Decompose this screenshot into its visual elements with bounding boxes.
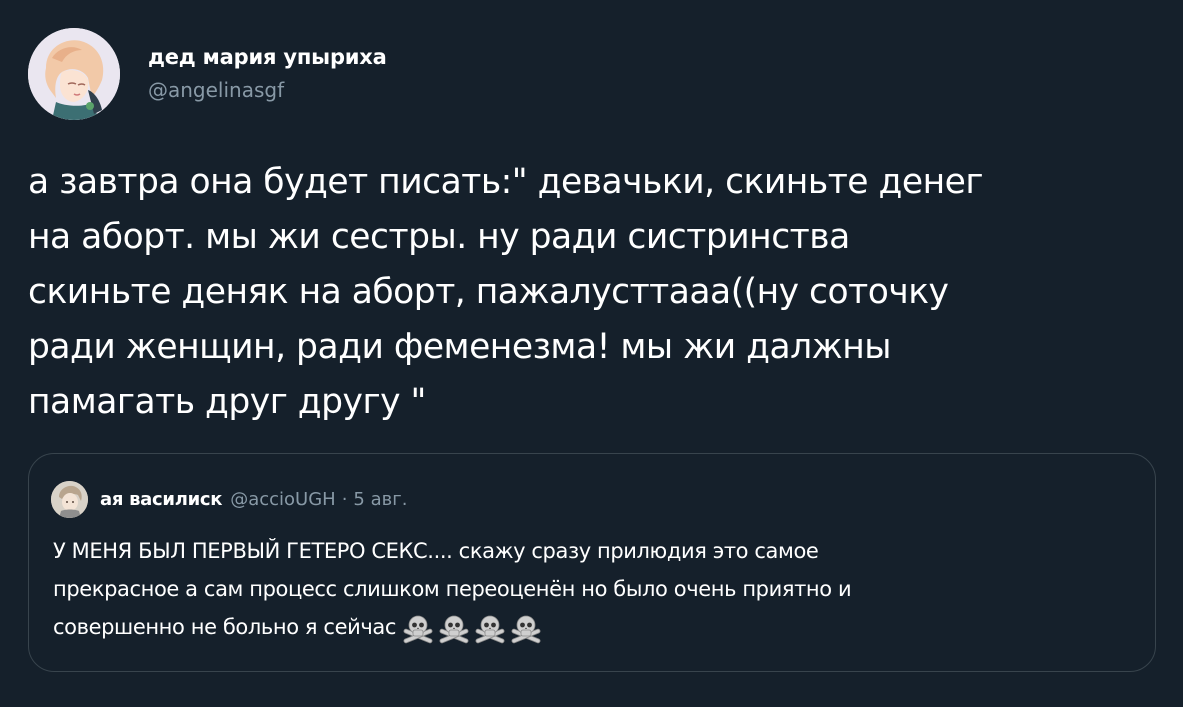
quoted-tweet-text: У МЕНЯ БЫЛ ПЕРВЫЙ ГЕТЕРО СЕКС.... скажу … (53, 532, 1133, 647)
quoted-tweet-header: ая василиск @accioUGH · 5 авг. (51, 480, 407, 518)
quoted-author-handle[interactable]: @accioUGH (230, 489, 336, 510)
tweet-header: дед мария упыриха @angelinasgf (28, 28, 387, 120)
skull-crossbones-icon (400, 614, 436, 644)
skull-crossbones-icon (508, 614, 544, 644)
quoted-author-display-name[interactable]: ая василиск (100, 489, 222, 510)
tweet: дед мария упыриха @angelinasgf а завтра … (0, 0, 1183, 707)
separator-dot: · (341, 488, 348, 510)
author-names: дед мария упыриха @angelinasgf (148, 43, 387, 105)
skull-crossbones-icon (436, 614, 472, 644)
skull-emoji-group (400, 609, 544, 647)
author-handle[interactable]: @angelinasgf (148, 75, 387, 105)
skull-crossbones-icon (472, 614, 508, 644)
tweet-body-text: а завтра она будет писать:" девачьки, ск… (28, 162, 983, 422)
avatar[interactable] (28, 28, 120, 120)
quoted-tweet-card[interactable]: ая василиск @accioUGH · 5 авг. У МЕНЯ БЫ… (28, 453, 1156, 672)
author-display-name[interactable]: дед мария упыриха (148, 43, 387, 71)
quoted-author-avatar (51, 480, 88, 518)
quoted-tweet-date[interactable]: 5 авг. (353, 489, 407, 510)
